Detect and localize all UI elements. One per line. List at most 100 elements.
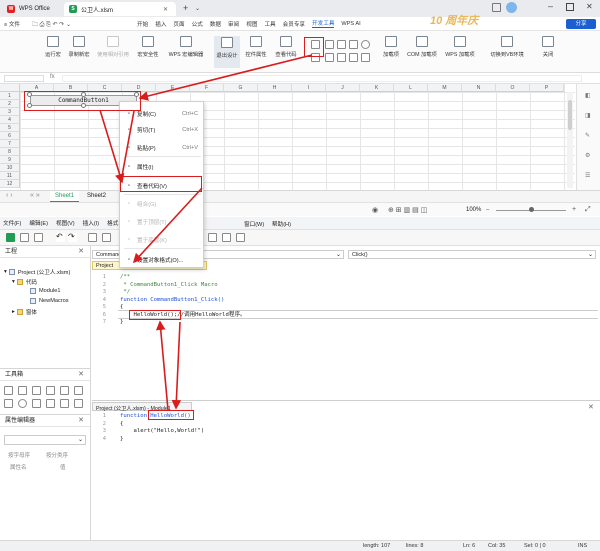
expand-icon[interactable]: ▸ bbox=[12, 309, 15, 315]
menu-item-copy[interactable]: ▫ 复制(C) Ctrl+C bbox=[120, 107, 205, 121]
option-control-icon[interactable] bbox=[361, 40, 370, 49]
resize-handle[interactable] bbox=[134, 92, 139, 97]
row-header[interactable]: 9 bbox=[0, 156, 20, 164]
layout-icon[interactable] bbox=[492, 3, 501, 12]
redo-icon[interactable]: ↷ bbox=[68, 233, 77, 242]
close-ribbon-button[interactable]: 关闭 bbox=[536, 36, 560, 58]
column-header[interactable]: I bbox=[292, 84, 326, 92]
tab-wps-ai[interactable]: WPS AI bbox=[341, 21, 360, 27]
row-header[interactable]: 2 bbox=[0, 100, 20, 108]
spreadsheet-icon[interactable] bbox=[6, 233, 15, 242]
tab-category[interactable]: 按分类序 bbox=[46, 451, 68, 459]
procedure-dropdown[interactable]: Click() ⌄ bbox=[348, 250, 596, 259]
tree-module-1[interactable]: Module1 bbox=[30, 288, 60, 294]
column-header[interactable]: G bbox=[224, 84, 258, 92]
switch-vb-button[interactable]: 切换到VB环境 bbox=[484, 36, 530, 58]
code-line[interactable]: /** bbox=[120, 274, 130, 282]
code-tab-2[interactable]: Project (公卫人.xlsm) - Module1 bbox=[92, 402, 192, 412]
row-header[interactable]: 5 bbox=[0, 124, 20, 132]
load-items-button[interactable]: 加载项 bbox=[378, 36, 404, 58]
wps-addins-button[interactable]: WPS 加载项 bbox=[442, 36, 478, 58]
combo-tool-icon[interactable] bbox=[46, 386, 55, 395]
sheet-tab-2[interactable]: Sheet2 bbox=[82, 191, 111, 202]
toggle-tool-icon[interactable] bbox=[32, 399, 41, 408]
menu-item-bring-front[interactable]: ▫ 置于顶层(T) bbox=[120, 215, 205, 229]
tree-root[interactable]: ▾ Project (公卫人.xlsm) bbox=[4, 268, 70, 276]
eye-icon[interactable]: ◉ bbox=[372, 206, 378, 214]
tree-module-2[interactable]: NewMacros bbox=[30, 298, 69, 304]
toolbox-icon[interactable] bbox=[236, 233, 245, 242]
resize-handle[interactable] bbox=[81, 92, 86, 97]
list-tool-icon[interactable] bbox=[60, 386, 69, 395]
spin-tool-icon[interactable] bbox=[60, 399, 69, 408]
name-box[interactable] bbox=[4, 75, 44, 82]
menu-item-properties[interactable]: ▫ 属性(I) bbox=[120, 160, 205, 174]
resize-handle[interactable] bbox=[27, 92, 32, 97]
code-line[interactable]: * CommandButton1_Click Macro bbox=[120, 282, 217, 290]
column-header[interactable]: F bbox=[190, 84, 224, 92]
code-line[interactable]: function CommandButton1_Click() bbox=[120, 297, 224, 305]
menu-item-cut[interactable]: ▫ 剪切(T) Ctrl+X bbox=[120, 123, 205, 137]
tab-member[interactable]: 会员专享 bbox=[283, 20, 305, 28]
label-control-icon[interactable] bbox=[361, 53, 370, 62]
object-select[interactable]: ⌄ bbox=[4, 435, 86, 445]
cut-icon[interactable] bbox=[88, 233, 97, 242]
tab-insert[interactable]: 插入 bbox=[155, 20, 166, 28]
frame-tool-icon[interactable] bbox=[74, 386, 83, 395]
menu-item-format[interactable]: ▫ 设置对象格式(O)... bbox=[120, 253, 205, 267]
collapse-icon[interactable]: ▾ bbox=[4, 269, 7, 275]
macro-security-button[interactable]: 宏安全性 bbox=[134, 36, 162, 58]
row-header[interactable]: 10 bbox=[0, 164, 20, 172]
fullscreen-icon[interactable]: ⤢ bbox=[585, 206, 591, 214]
view-code-button[interactable]: 查看代码 bbox=[272, 36, 300, 58]
combobox-control-icon[interactable] bbox=[349, 40, 358, 49]
checkbox-control-icon[interactable] bbox=[325, 40, 334, 49]
checkbox-tool-icon[interactable] bbox=[4, 399, 13, 408]
code-line[interactable]: } bbox=[120, 436, 123, 444]
column-header[interactable]: L bbox=[394, 84, 428, 92]
column-header[interactable]: N bbox=[462, 84, 496, 92]
sheet-nav-icons[interactable]: « » bbox=[30, 192, 40, 199]
vertical-scrollbar[interactable] bbox=[567, 92, 573, 188]
minimize-icon[interactable]: – bbox=[548, 1, 553, 11]
close-window-icon[interactable]: ✕ bbox=[586, 2, 593, 11]
menu-item-paste[interactable]: ▫ 粘贴(P) Ctrl+V bbox=[120, 141, 205, 155]
tool-icon[interactable]: ☰ bbox=[585, 172, 590, 179]
vbe-menu-edit[interactable]: 编辑(E) bbox=[29, 219, 48, 227]
new-tab-button[interactable]: + bbox=[183, 3, 188, 13]
copy-icon[interactable] bbox=[102, 233, 111, 242]
column-header[interactable]: J bbox=[326, 84, 360, 92]
tab-developer[interactable]: 开发工具 bbox=[312, 19, 335, 28]
row-header[interactable]: 8 bbox=[0, 148, 20, 156]
menu-item-group[interactable]: ▫ 组合(G) bbox=[120, 197, 205, 211]
column-header[interactable]: E bbox=[156, 84, 190, 92]
tree-forms[interactable]: ▸ 窗体 bbox=[12, 308, 37, 316]
close-tab-icon[interactable]: ✕ bbox=[163, 6, 168, 13]
select-all-corner[interactable] bbox=[0, 84, 20, 92]
sheet-nav-icons[interactable]: ‹ › bbox=[6, 192, 13, 199]
column-header[interactable]: O bbox=[496, 84, 530, 92]
label-tool-icon[interactable] bbox=[18, 386, 27, 395]
tab-data[interactable]: 数据 bbox=[210, 20, 221, 28]
properties-icon[interactable] bbox=[208, 233, 217, 242]
tool-icon[interactable]: ✎ bbox=[585, 132, 590, 139]
wps-macro-editor-button[interactable]: WPS 宏编辑器 bbox=[164, 36, 208, 58]
column-header[interactable]: C bbox=[88, 84, 122, 92]
textbox-tool-icon[interactable] bbox=[32, 386, 41, 395]
collapse-icon[interactable]: ▾ bbox=[12, 279, 15, 285]
chevron-down-icon[interactable]: ⌄ bbox=[195, 5, 200, 12]
tab-file[interactable]: ≡ 文件 bbox=[4, 20, 20, 28]
row-header[interactable]: 6 bbox=[0, 132, 20, 140]
column-header[interactable]: A bbox=[20, 84, 54, 92]
resize-handle[interactable] bbox=[81, 103, 86, 108]
doc-tab[interactable]: S 公卫人.xlsm ✕ bbox=[64, 2, 176, 16]
relative-ref-button[interactable]: 使用相对引用 bbox=[94, 36, 132, 58]
image-control-icon[interactable] bbox=[311, 53, 320, 62]
tool-icon[interactable]: ⚙ bbox=[585, 152, 590, 159]
zoom-in-icon[interactable]: + bbox=[572, 206, 576, 213]
vbe-menu-format[interactable]: 格式 bbox=[107, 219, 118, 227]
tab-formula[interactable]: 公式 bbox=[192, 20, 203, 28]
code-line[interactable]: */ bbox=[120, 289, 130, 297]
close-icon[interactable]: ✕ bbox=[588, 403, 594, 411]
vbe-menu-help[interactable]: 帮助(H) bbox=[272, 220, 291, 228]
